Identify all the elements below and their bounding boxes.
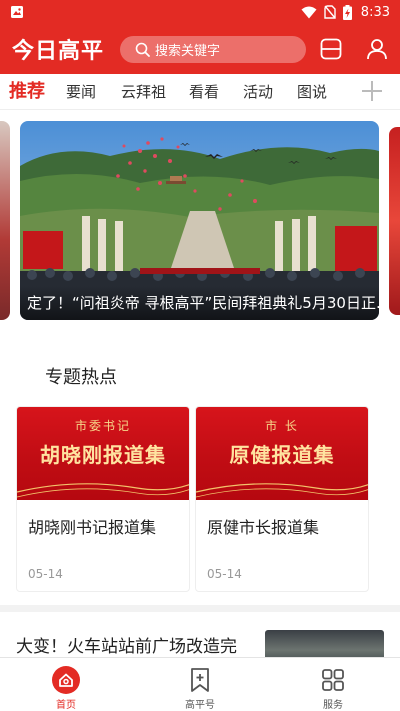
nav-gaoping-account[interactable]: 高平号 — [160, 658, 240, 711]
search-icon — [135, 42, 150, 57]
nav-label: 服务 — [323, 700, 343, 711]
news-title: 大变！火车站站前广场改造完 — [16, 637, 237, 657]
nav-label: 高平号 — [185, 700, 215, 711]
battery-charging-icon — [342, 4, 352, 20]
bottom-nav: 首页 高平号 服务 — [0, 657, 400, 711]
status-bar: 8:33 — [0, 0, 400, 24]
banner-subtitle: 市委书记 — [74, 419, 131, 433]
topic-date: 05-14 — [207, 567, 242, 581]
topic-card[interactable]: 市委书记 胡晓刚报道集 胡晓刚书记报道集 05-14 — [16, 406, 190, 592]
nav-home[interactable]: 首页 — [26, 658, 106, 711]
tab-recommend[interactable]: 推荐 — [9, 74, 45, 110]
app-screen: 8:33 今日高平 搜索关键字 推荐 要闻 云拜祖 看看 活动 图说 定了！“问… — [0, 0, 400, 711]
scan-icon — [320, 38, 342, 60]
scan-button[interactable] — [318, 36, 344, 62]
section-title: 专题热点 — [45, 367, 117, 388]
no-sim-icon — [324, 5, 336, 19]
banner-wave — [196, 483, 368, 498]
topic-title: 胡晓刚书记报道集 — [28, 518, 157, 537]
nav-label: 首页 — [56, 700, 76, 711]
tab-cloud-worship[interactable]: 云拜祖 — [121, 74, 166, 110]
user-button[interactable] — [364, 36, 390, 62]
next-slide-peek[interactable] — [389, 127, 400, 315]
news-thumbnail — [265, 630, 384, 657]
grid-icon — [322, 669, 344, 691]
topics-section: 专题热点 市委书记 胡晓刚报道集 胡晓刚书记报道集 05-14 市 长 原健报道… — [0, 343, 400, 605]
topic-date: 05-14 — [28, 567, 63, 581]
nav-services[interactable]: 服务 — [293, 658, 373, 711]
topic-title: 原健市长报道集 — [207, 518, 320, 537]
user-icon — [367, 39, 387, 60]
tab-photo-stories[interactable]: 图说 — [297, 74, 327, 110]
banner-subtitle: 市 长 — [265, 419, 299, 433]
status-time: 8:33 — [360, 4, 390, 20]
banner-wave — [17, 483, 189, 498]
news-list: 大变！火车站站前广场改造完 — [0, 612, 400, 657]
topic-banner: 市委书记 胡晓刚报道集 — [17, 407, 189, 500]
add-channel-icon[interactable] — [362, 81, 382, 101]
bookmark-add-icon — [191, 668, 209, 692]
banner-carousel: 定了！“问祖炎帝 寻根高平”民间拜祖典礼5月30日正... — [0, 110, 400, 343]
tab-news[interactable]: 要闻 — [66, 74, 96, 110]
slide-caption: 定了！“问祖炎帝 寻根高平”民间拜祖典礼5月30日正... — [20, 286, 379, 320]
tab-activities[interactable]: 活动 — [243, 74, 273, 110]
banner-title: 原健报道集 — [229, 443, 335, 467]
wifi-icon — [301, 6, 317, 18]
tab-watch[interactable]: 看看 — [189, 74, 219, 110]
search-placeholder: 搜索关键字 — [155, 43, 221, 59]
home-icon — [52, 666, 80, 694]
app-logo: 今日高平 — [12, 38, 105, 64]
topic-banner: 市 长 原健报道集 — [196, 407, 368, 500]
banner-title: 胡晓刚报道集 — [40, 443, 166, 467]
topic-card[interactable]: 市 长 原健报道集 原健市长报道集 05-14 — [195, 406, 369, 592]
app-header: 今日高平 搜索关键字 — [0, 24, 400, 74]
carousel-slide[interactable]: 定了！“问祖炎帝 寻根高平”民间拜祖典礼5月30日正... — [20, 121, 379, 320]
channel-tab-bar: 推荐 要闻 云拜祖 看看 活动 图说 — [0, 74, 400, 110]
previous-slide-peek[interactable] — [0, 121, 10, 320]
search-input[interactable]: 搜索关键字 — [120, 35, 306, 63]
image-notification-icon — [11, 6, 23, 18]
